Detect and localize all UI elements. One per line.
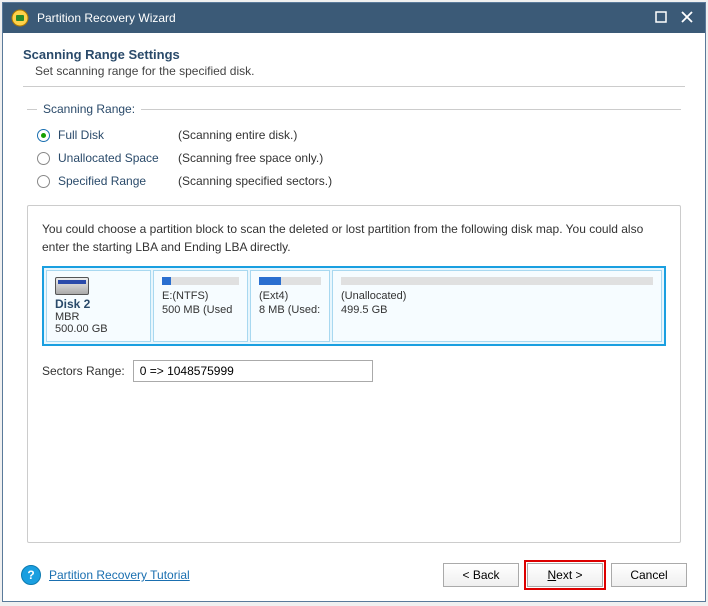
radio-desc: (Scanning entire disk.) (178, 128, 297, 142)
sectors-range-input[interactable] (133, 360, 373, 382)
close-icon[interactable] (681, 10, 693, 26)
disk-map[interactable]: Disk 2 MBR 500.00 GB E:(NTFS) 500 MB (Us… (42, 266, 666, 346)
divider (23, 86, 685, 87)
partition-size: 8 MB (Used: 1 (259, 303, 321, 317)
radio-desc: (Scanning free space only.) (178, 151, 323, 165)
radio-icon[interactable] (37, 129, 50, 142)
help-icon[interactable]: ? (21, 565, 41, 585)
disk-scheme: MBR (55, 311, 142, 323)
partition-block[interactable]: (Unallocated) 499.5 GB (332, 270, 662, 342)
partition-label: E:(NTFS) (162, 289, 239, 303)
radio-icon[interactable] (37, 152, 50, 165)
wizard-window: Partition Recovery Wizard Scanning Range… (2, 2, 706, 602)
scan-range-legend: Scanning Range: (37, 102, 141, 116)
radio-full-disk[interactable]: Full Disk (Scanning entire disk.) (37, 128, 671, 142)
page-heading: Scanning Range Settings (23, 47, 685, 62)
usage-bar (259, 277, 321, 285)
radio-specified[interactable]: Specified Range (Scanning specified sect… (37, 174, 671, 188)
back-button[interactable]: < Back (443, 563, 519, 587)
maximize-icon[interactable] (655, 10, 667, 26)
disk-map-box: You could choose a partition block to sc… (27, 205, 681, 543)
partition-label: (Ext4) (259, 289, 321, 303)
footer: ? Partition Recovery Tutorial < Back Nex… (3, 553, 705, 601)
usage-bar (162, 277, 239, 285)
disk-name: Disk 2 (55, 297, 142, 311)
sectors-range-row: Sectors Range: (42, 360, 666, 382)
radio-label: Unallocated Space (58, 151, 178, 165)
disk-info-cell[interactable]: Disk 2 MBR 500.00 GB (46, 270, 151, 342)
instruction-text: You could choose a partition block to sc… (42, 220, 666, 256)
radio-unallocated[interactable]: Unallocated Space (Scanning free space o… (37, 151, 671, 165)
window-controls (655, 10, 699, 26)
cancel-button[interactable]: Cancel (611, 563, 687, 587)
partition-block[interactable]: (Ext4) 8 MB (Used: 1 (250, 270, 330, 342)
sectors-range-label: Sectors Range: (42, 364, 125, 378)
partition-size: 499.5 GB (341, 303, 653, 317)
radio-icon[interactable] (37, 175, 50, 188)
usage-bar (341, 277, 653, 285)
page-subheading: Set scanning range for the specified dis… (35, 64, 685, 78)
tutorial-link[interactable]: Partition Recovery Tutorial (49, 568, 190, 582)
titlebar: Partition Recovery Wizard (3, 3, 705, 33)
radio-label: Full Disk (58, 128, 178, 142)
window-title: Partition Recovery Wizard (37, 11, 655, 25)
hdd-icon (55, 277, 89, 295)
radio-desc: (Scanning specified sectors.) (178, 174, 332, 188)
content-area: Scanning Range Settings Set scanning ran… (3, 33, 705, 553)
partition-block[interactable]: E:(NTFS) 500 MB (Used (153, 270, 248, 342)
app-icon (11, 9, 29, 27)
partition-label: (Unallocated) (341, 289, 653, 303)
next-button[interactable]: Next > (527, 563, 603, 587)
radio-label: Specified Range (58, 174, 178, 188)
disk-size: 500.00 GB (55, 323, 142, 335)
partition-size: 500 MB (Used (162, 303, 239, 317)
